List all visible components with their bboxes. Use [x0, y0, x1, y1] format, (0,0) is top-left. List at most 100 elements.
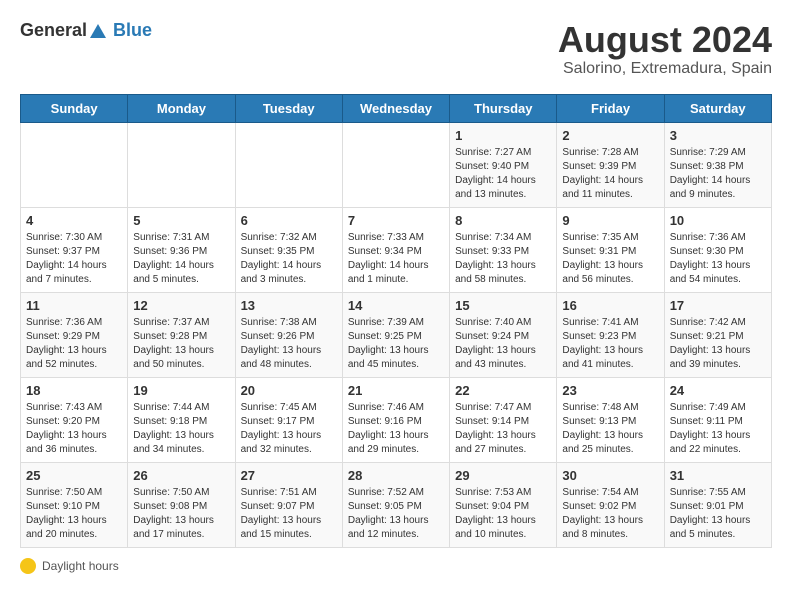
day-number: 31: [670, 468, 766, 483]
page-subtitle: Salorino, Extremadura, Spain: [558, 60, 772, 78]
logo-blue: Blue: [113, 20, 152, 40]
day-info: Sunrise: 7:47 AM Sunset: 9:14 PM Dayligh…: [455, 401, 551, 457]
day-info: Sunrise: 7:36 AM Sunset: 9:30 PM Dayligh…: [670, 231, 766, 287]
title-block: August 2024 Salorino, Extremadura, Spain: [558, 20, 772, 78]
calendar-day-header: Sunday: [21, 94, 128, 122]
day-number: 30: [562, 468, 658, 483]
calendar-cell: 13Sunrise: 7:38 AM Sunset: 9:26 PM Dayli…: [235, 292, 342, 377]
calendar-cell: 2 Sunrise: 7:28 AM Sunset: 9:39 PM Daylig…: [557, 122, 664, 207]
day-number: 3: [670, 128, 766, 143]
day-number: 29: [455, 468, 551, 483]
day-number: 14: [348, 298, 444, 313]
day-info: Sunrise: 7:37 AM Sunset: 9:28 PM Dayligh…: [133, 316, 229, 372]
day-info: Sunrise: 7:38 AM Sunset: 9:26 PM Dayligh…: [241, 316, 337, 372]
calendar-week-row: 11Sunrise: 7:36 AM Sunset: 9:29 PM Dayli…: [21, 292, 772, 377]
day-info: Sunrise: 7:44 AM Sunset: 9:18 PM Dayligh…: [133, 401, 229, 457]
calendar-cell: 3 Sunrise: 7:29 AM Sunset: 9:38 PM Daylig…: [664, 122, 771, 207]
day-info: Sunrise: 7:42 AM Sunset: 9:21 PM Dayligh…: [670, 316, 766, 372]
day-info: Sunrise: 7:48 AM Sunset: 9:13 PM Dayligh…: [562, 401, 658, 457]
day-info: Sunrise: 7:43 AM Sunset: 9:20 PM Dayligh…: [26, 401, 122, 457]
day-info: Sunrise: 7:54 AM Sunset: 9:02 PM Dayligh…: [562, 486, 658, 542]
calendar-cell: 16Sunrise: 7:41 AM Sunset: 9:23 PM Dayli…: [557, 292, 664, 377]
day-number: 5: [133, 213, 229, 228]
day-number: 7: [348, 213, 444, 228]
day-number: 28: [348, 468, 444, 483]
calendar-cell: 18 Sunrise: 7:43 AM Sunset: 9:20 PM Dayli…: [21, 377, 128, 462]
calendar-week-row: 4 Sunrise: 7:30 AM Sunset: 9:37 PM Daylig…: [21, 207, 772, 292]
calendar-cell: 5 Sunrise: 7:31 AM Sunset: 9:36 PM Daylig…: [128, 207, 235, 292]
calendar-cell: 7 Sunrise: 7:33 AM Sunset: 9:34 PM Daylig…: [342, 207, 449, 292]
sun-icon: [20, 558, 36, 574]
calendar-body: 1 Sunrise: 7:27 AM Sunset: 9:40 PM Daylig…: [21, 122, 772, 547]
calendar-day-header: Monday: [128, 94, 235, 122]
calendar-cell: 24 Sunrise: 7:49 AM Sunset: 9:11 PM Dayli…: [664, 377, 771, 462]
day-info: Sunrise: 7:40 AM Sunset: 9:24 PM Dayligh…: [455, 316, 551, 372]
day-info: Sunrise: 7:39 AM Sunset: 9:25 PM Dayligh…: [348, 316, 444, 372]
day-info: Sunrise: 7:50 AM Sunset: 9:08 PM Dayligh…: [133, 486, 229, 542]
calendar-week-row: 25Sunrise: 7:50 AM Sunset: 9:10 PM Dayli…: [21, 462, 772, 547]
calendar-cell: 25Sunrise: 7:50 AM Sunset: 9:10 PM Dayli…: [21, 462, 128, 547]
day-number: 19: [133, 383, 229, 398]
calendar-cell: 23 Sunrise: 7:48 AM Sunset: 9:13 PM Dayli…: [557, 377, 664, 462]
day-info: Sunrise: 7:33 AM Sunset: 9:34 PM Dayligh…: [348, 231, 444, 287]
day-number: 4: [26, 213, 122, 228]
day-number: 10: [670, 213, 766, 228]
calendar-cell: 14 Sunrise: 7:39 AM Sunset: 9:25 PM Dayli…: [342, 292, 449, 377]
day-number: 18: [26, 383, 122, 398]
calendar-table: SundayMondayTuesdayWednesdayThursdayFrid…: [20, 94, 772, 548]
calendar-cell: 8Sunrise: 7:34 AM Sunset: 9:33 PM Daylig…: [450, 207, 557, 292]
day-number: 26: [133, 468, 229, 483]
calendar-cell: 27 Sunrise: 7:51 AM Sunset: 9:07 PM Dayli…: [235, 462, 342, 547]
logo: General Blue: [20, 20, 152, 42]
calendar-cell: 28 Sunrise: 7:52 AM Sunset: 9:05 PM Dayli…: [342, 462, 449, 547]
calendar-cell: 9 Sunrise: 7:35 AM Sunset: 9:31 PM Daylig…: [557, 207, 664, 292]
calendar-cell: 26 Sunrise: 7:50 AM Sunset: 9:08 PM Dayli…: [128, 462, 235, 547]
day-number: 21: [348, 383, 444, 398]
calendar-cell: 19 Sunrise: 7:44 AM Sunset: 9:18 PM Dayli…: [128, 377, 235, 462]
day-info: Sunrise: 7:35 AM Sunset: 9:31 PM Dayligh…: [562, 231, 658, 287]
day-number: 15: [455, 298, 551, 313]
day-info: Sunrise: 7:34 AM Sunset: 9:33 PM Dayligh…: [455, 231, 551, 287]
day-info: Sunrise: 7:49 AM Sunset: 9:11 PM Dayligh…: [670, 401, 766, 457]
day-number: 1: [455, 128, 551, 143]
day-number: 20: [241, 383, 337, 398]
calendar-cell: 30 Sunrise: 7:54 AM Sunset: 9:02 PM Dayli…: [557, 462, 664, 547]
calendar-cell: 29 Sunrise: 7:53 AM Sunset: 9:04 PM Dayli…: [450, 462, 557, 547]
day-info: Sunrise: 7:27 AM Sunset: 9:40 PM Dayligh…: [455, 146, 551, 202]
day-info: Sunrise: 7:28 AM Sunset: 9:39 PM Dayligh…: [562, 146, 658, 202]
calendar-cell: 31Sunrise: 7:55 AM Sunset: 9:01 PM Dayli…: [664, 462, 771, 547]
day-info: Sunrise: 7:31 AM Sunset: 9:36 PM Dayligh…: [133, 231, 229, 287]
calendar-day-header: Friday: [557, 94, 664, 122]
day-info: Sunrise: 7:52 AM Sunset: 9:05 PM Dayligh…: [348, 486, 444, 542]
calendar-cell: [342, 122, 449, 207]
day-number: 23: [562, 383, 658, 398]
day-info: Sunrise: 7:29 AM Sunset: 9:38 PM Dayligh…: [670, 146, 766, 202]
footer-note: Daylight hours: [20, 558, 772, 574]
calendar-day-header: Thursday: [450, 94, 557, 122]
day-number: 12: [133, 298, 229, 313]
day-number: 27: [241, 468, 337, 483]
calendar-cell: [128, 122, 235, 207]
calendar-cell: 4 Sunrise: 7:30 AM Sunset: 9:37 PM Daylig…: [21, 207, 128, 292]
day-number: 24: [670, 383, 766, 398]
calendar-cell: 12 Sunrise: 7:37 AM Sunset: 9:28 PM Dayli…: [128, 292, 235, 377]
day-info: Sunrise: 7:30 AM Sunset: 9:37 PM Dayligh…: [26, 231, 122, 287]
day-info: Sunrise: 7:32 AM Sunset: 9:35 PM Dayligh…: [241, 231, 337, 287]
day-number: 11: [26, 298, 122, 313]
day-number: 17: [670, 298, 766, 313]
day-number: 6: [241, 213, 337, 228]
daylight-label: Daylight hours: [42, 559, 119, 573]
calendar-cell: 22 Sunrise: 7:47 AM Sunset: 9:14 PM Dayli…: [450, 377, 557, 462]
logo-general: General: [20, 20, 87, 40]
calendar-day-header: Wednesday: [342, 94, 449, 122]
day-number: 9: [562, 213, 658, 228]
day-info: Sunrise: 7:51 AM Sunset: 9:07 PM Dayligh…: [241, 486, 337, 542]
calendar-week-row: 18 Sunrise: 7:43 AM Sunset: 9:20 PM Dayli…: [21, 377, 772, 462]
day-info: Sunrise: 7:53 AM Sunset: 9:04 PM Dayligh…: [455, 486, 551, 542]
day-number: 2: [562, 128, 658, 143]
day-number: 22: [455, 383, 551, 398]
page-header: General Blue August 2024 Salorino, Extre…: [20, 20, 772, 78]
calendar-day-header: Saturday: [664, 94, 771, 122]
calendar-week-row: 1 Sunrise: 7:27 AM Sunset: 9:40 PM Daylig…: [21, 122, 772, 207]
day-number: 25: [26, 468, 122, 483]
